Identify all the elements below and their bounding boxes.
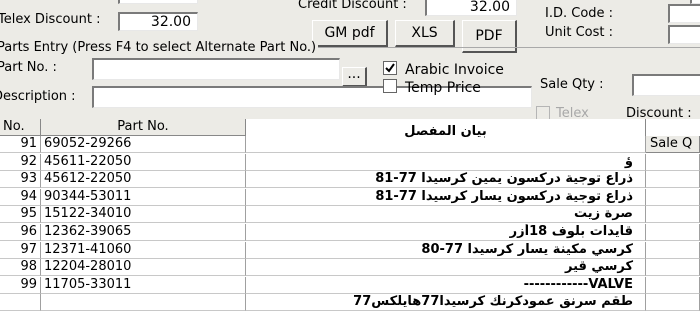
row-number-cell[interactable] <box>0 294 41 312</box>
sale-qty-cell[interactable] <box>646 276 700 294</box>
part-number-cell[interactable]: 90344-53011 <box>41 188 246 206</box>
table-row[interactable]: 94 90344-53011 ذراع توجية دركسون يسار كرسي… <box>0 188 700 206</box>
description-cell[interactable]: ؤ <box>246 153 646 171</box>
part-number-cell[interactable]: 45611-22050 <box>41 153 246 171</box>
part-number-cell[interactable]: 45612-22050 <box>41 171 246 189</box>
credit-discount-label: Credit Discount : <box>298 0 407 12</box>
sale-qty-cell[interactable] <box>646 224 700 241</box>
description-cell[interactable]: كرسي مكينة يسار كرسيدا 77-80 <box>246 241 646 259</box>
row-number-cell[interactable]: 96 <box>0 224 41 241</box>
temp-price-checkbox[interactable] <box>383 79 397 93</box>
credit-discount-field[interactable]: 32.00 <box>425 0 517 16</box>
row-number-cell[interactable]: 91 <box>0 136 41 153</box>
sale-qty-label: Sale Qty : <box>540 77 604 92</box>
table-row[interactable]: 98 12204-28010 كرسي قير <box>0 259 700 277</box>
unit-cost-label: Unit Cost : <box>545 25 614 40</box>
description-cell[interactable] <box>246 136 646 153</box>
id-code-field[interactable] <box>668 4 700 23</box>
part-number-cell[interactable]: 12204-28010 <box>41 259 246 277</box>
table-row[interactable]: 95 15122-34010 صرة زيت <box>0 206 700 224</box>
temp-price-label: Temp Price <box>405 80 481 96</box>
sale-qty-field[interactable] <box>632 74 700 96</box>
description-cell[interactable]: صرة زيت <box>246 206 646 224</box>
table-row[interactable]: 97 12371-41060 كرسي مكينة يسار كرسيدا 77-8… <box>0 241 700 259</box>
table-row[interactable]: 99 11705-33011 VALVE------------ <box>0 276 700 294</box>
description-label: Description : <box>0 89 76 104</box>
table-row[interactable]: 96 12362-39065 قايدات بلوف 18أزر <box>0 224 700 241</box>
row-number-cell[interactable]: 97 <box>0 241 41 259</box>
parts-entry-title: Parts Entry (Press F4 to select Alternat… <box>0 40 319 55</box>
pdf-button[interactable]: PDF <box>462 20 517 53</box>
column-header-part-no[interactable]: Part No. <box>41 119 246 136</box>
sale-qty-cell[interactable] <box>646 206 700 224</box>
sale-qty-cell[interactable] <box>646 171 700 189</box>
sale-qty-cell[interactable] <box>646 241 700 259</box>
table-row[interactable]: طقم سرنق عمودكرنك كرسيدا77هايلكس77 <box>0 294 700 312</box>
sale-qty-cell[interactable] <box>646 294 700 312</box>
description-cell[interactable]: طقم سرنق عمودكرنك كرسيدا77هايلكس77 <box>246 294 646 312</box>
table-row[interactable]: 93 45612-22050 ذراع توجية دركسون يمين كرسي… <box>0 171 700 189</box>
part-number-cell[interactable]: 15122-34010 <box>41 206 246 224</box>
row-number-cell[interactable]: 92 <box>0 153 41 171</box>
part-number-cell[interactable]: 12371-41060 <box>41 241 246 259</box>
telex-discount-field[interactable]: 32.00 <box>118 12 198 31</box>
sale-qty-cell[interactable] <box>646 153 700 171</box>
row-number-cell[interactable]: 94 <box>0 188 41 206</box>
part-number-cell[interactable] <box>41 294 246 312</box>
checkmark-icon <box>385 63 395 73</box>
part-browse-button[interactable]: ... <box>342 67 367 87</box>
row-number-cell[interactable]: 99 <box>0 276 41 294</box>
column-header-no[interactable]: No. <box>0 119 41 136</box>
part-number-cell[interactable]: 69052-29266 <box>41 136 246 153</box>
description-cell[interactable]: VALVE------------ <box>246 276 646 294</box>
description-cell[interactable]: ذراع توجية دركسون يمين كرسيدا 77-81 <box>246 171 646 189</box>
arabic-invoice-label: Arabic Invoice <box>405 62 504 78</box>
part-no-input[interactable] <box>92 58 340 80</box>
arabic-invoice-checkbox[interactable] <box>383 61 397 75</box>
unit-cost-field[interactable] <box>668 25 700 44</box>
part-no-label: Part No. : <box>0 60 57 75</box>
description-cell[interactable]: قايدات بلوف 18أزر <box>246 224 646 241</box>
part-number-cell[interactable]: 11705-33011 <box>41 276 246 294</box>
xls-button[interactable]: XLS <box>395 20 455 47</box>
description-cell[interactable]: ذراع توجية دركسون يسار كرسيدا 77-81 <box>246 188 646 206</box>
table-row[interactable]: 92 45611-22050 ؤ <box>0 153 700 171</box>
description-cell[interactable]: كرسي قير <box>246 259 646 277</box>
part-number-cell[interactable]: 12362-39065 <box>41 224 246 241</box>
id-code-label: I.D. Code : <box>545 6 614 21</box>
parts-grid[interactable]: No. Part No. بيان المفصل Sale Q 91 69052-… <box>0 119 700 323</box>
row-number-cell[interactable]: 93 <box>0 171 41 189</box>
table-row[interactable]: 91 69052-29266 <box>0 136 700 153</box>
credit-discount-value: 32.00 <box>469 0 510 15</box>
gm-pdf-button[interactable]: GM pdf <box>312 20 388 47</box>
telex-discount-label: Telex Discount : <box>0 12 101 27</box>
sale-qty-cell[interactable] <box>646 188 700 206</box>
sale-qty-cell[interactable] <box>646 259 700 277</box>
row-number-cell[interactable]: 95 <box>0 206 41 224</box>
top-field-fragment-left[interactable] <box>118 0 198 4</box>
row-number-cell[interactable]: 98 <box>0 259 41 277</box>
telex-checkbox[interactable] <box>536 106 550 120</box>
telex-discount-value: 32.00 <box>150 14 191 30</box>
